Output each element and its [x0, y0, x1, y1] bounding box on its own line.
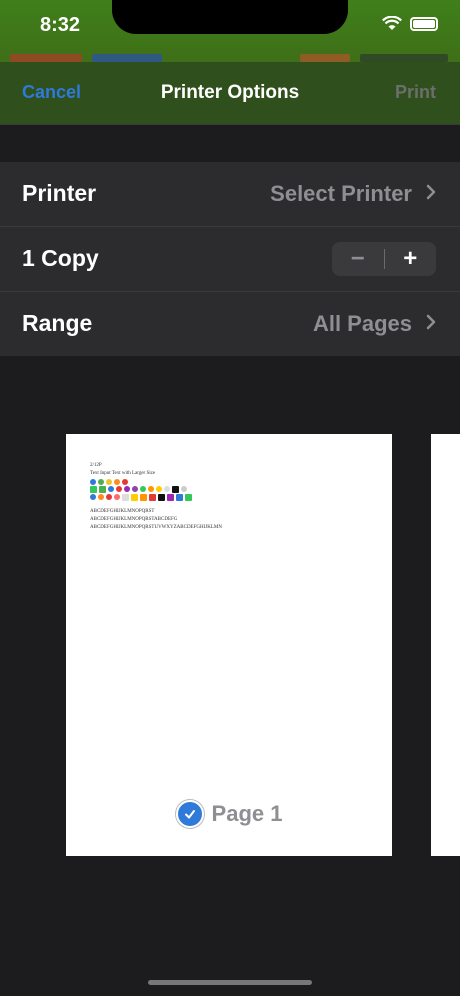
- page-text-line: ABCDEFGHIJKLMNOPQRSTUVWXYZABCDEFGHIJKLMN: [90, 525, 222, 530]
- chevron-right-icon: [426, 314, 436, 330]
- increment-button[interactable]: +: [384, 242, 436, 276]
- chevron-right-icon: [426, 184, 436, 200]
- emoji-row-squares: [90, 494, 222, 501]
- status-time: 8:32: [40, 14, 81, 36]
- emoji-row-hearts: [90, 479, 222, 485]
- status-bar: 8:32: [0, 0, 460, 62]
- print-button[interactable]: Print: [395, 82, 436, 103]
- nav-bar: Cancel Printer Options Print: [0, 62, 460, 125]
- page-text-line: ABCDEFGHIJKLMNOPQRST: [90, 509, 155, 514]
- range-label: Range: [22, 310, 93, 336]
- wifi-icon: [382, 16, 402, 30]
- copies-label: 1 Copy: [22, 245, 99, 271]
- emoji-row-circles: [90, 486, 222, 493]
- checkmark-icon[interactable]: [175, 800, 204, 828]
- printer-row[interactable]: Printer Select Printer: [0, 162, 460, 227]
- next-page-preview[interactable]: [431, 434, 460, 856]
- printer-label: Printer: [22, 180, 97, 206]
- page-content: 2/12P Text Input Text with Larger Size A…: [90, 462, 222, 532]
- page-number-label: Page 1: [211, 801, 283, 826]
- notch: [112, 0, 348, 34]
- decrement-button[interactable]: −: [332, 242, 384, 276]
- copies-stepper: − +: [332, 242, 436, 276]
- battery-icon: [410, 16, 438, 31]
- printer-value: Select Printer: [270, 181, 412, 206]
- page-text-line: ABCDEFGHIJKLMNOPQRSTABCDEFG: [90, 517, 178, 522]
- page-title: Printer Options: [160, 82, 300, 103]
- range-row[interactable]: Range All Pages: [0, 292, 460, 356]
- options-list: Printer Select Printer 1 Copy − + Range …: [0, 162, 460, 356]
- page-label-group: Page 1: [66, 800, 392, 828]
- range-value: All Pages: [312, 311, 412, 336]
- home-indicator[interactable]: [148, 980, 312, 985]
- background-tabs: [0, 50, 460, 62]
- copies-row: 1 Copy − +: [0, 227, 460, 292]
- status-icons: [382, 16, 438, 31]
- page-text-line: 2/12P: [90, 463, 102, 468]
- page-preview[interactable]: 2/12P Text Input Text with Larger Size A…: [66, 434, 392, 856]
- page-text-line: Text Input Text with Larger Size: [90, 471, 156, 476]
